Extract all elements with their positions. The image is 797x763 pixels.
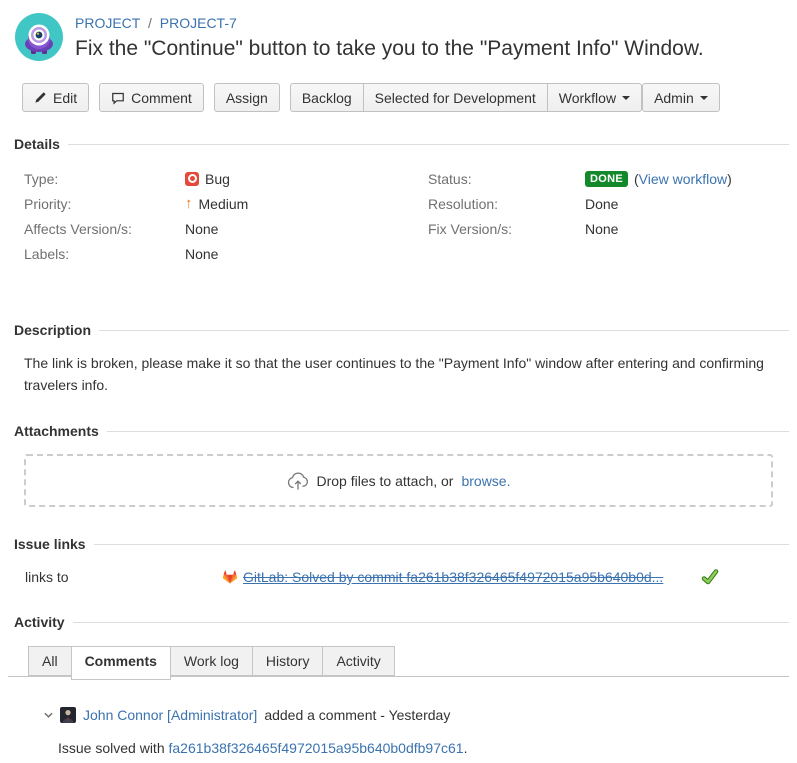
attachments-section-header: Attachments: [14, 423, 789, 439]
tab-history[interactable]: History: [252, 646, 324, 676]
field-labels: Labels: None: [24, 241, 428, 266]
section-divider: [68, 144, 789, 145]
breadcrumb: PROJECT / PROJECT-7: [75, 15, 704, 31]
toolbar: Edit Comment Assign Backlog Selected for…: [22, 83, 797, 112]
labels-value: None: [185, 246, 218, 262]
field-affects-versions: Affects Version/s: None: [24, 216, 428, 241]
comment-body: Issue solved with fa261b38f326465f497201…: [58, 740, 797, 756]
affects-versions-label: Affects Version/s:: [24, 221, 185, 237]
dropzone-text: Drop files to attach, or: [317, 473, 454, 489]
resolution-value: Done: [585, 196, 618, 212]
browse-link[interactable]: browse.: [461, 473, 510, 489]
section-divider: [107, 431, 789, 432]
tab-all[interactable]: All: [28, 646, 72, 676]
issue-link-row: links to GitLab: Solved by commit fa261b…: [25, 569, 797, 585]
project-avatar-monster-icon: [15, 13, 63, 61]
chevron-down-icon: [700, 96, 708, 104]
issue-links-section-title: Issue links: [14, 536, 86, 552]
tab-work-log[interactable]: Work log: [170, 646, 253, 676]
comment-author-link[interactable]: John Connor [Administrator]: [83, 707, 257, 723]
resolution-label: Resolution:: [428, 196, 585, 212]
workflow-dropdown-button[interactable]: Workflow: [548, 83, 642, 112]
priority-medium-icon: ↑: [185, 197, 193, 211]
gitlab-icon: [222, 569, 238, 585]
section-divider: [73, 622, 789, 623]
edit-button[interactable]: Edit: [22, 83, 89, 112]
description-text: The link is broken, please make it so th…: [24, 352, 773, 396]
details-section-header: Details: [14, 136, 789, 152]
selected-for-development-button[interactable]: Selected for Development: [364, 83, 548, 112]
priority-value: Medium: [199, 196, 249, 212]
issue-link-relation: links to: [25, 569, 222, 585]
paren: ): [727, 171, 732, 187]
activity-section-title: Activity: [14, 614, 65, 630]
tab-activity[interactable]: Activity: [322, 646, 394, 676]
issue-header: PROJECT / PROJECT-7 Fix the "Continue" b…: [0, 13, 797, 62]
breadcrumb-separator: /: [148, 15, 152, 31]
edit-button-label: Edit: [53, 90, 77, 106]
view-workflow-link[interactable]: View workflow: [639, 171, 727, 187]
issue-page: PROJECT / PROJECT-7 Fix the "Continue" b…: [0, 0, 797, 763]
chevron-down-icon: [622, 96, 630, 104]
fix-versions-label: Fix Version/s:: [428, 221, 585, 237]
status-label: Status:: [428, 171, 585, 187]
bug-icon: [185, 172, 199, 186]
comment-button-label: Comment: [131, 90, 192, 106]
comment-meta: added a comment - Yesterday: [264, 707, 450, 723]
tab-comments[interactable]: Comments: [71, 646, 171, 680]
comment-header: John Connor [Administrator] added a comm…: [44, 707, 797, 723]
labels-label: Labels:: [24, 246, 185, 262]
section-divider: [99, 330, 789, 331]
status-badge: DONE: [585, 171, 628, 187]
workflow-button-group: Backlog Selected for Development Workflo…: [290, 83, 642, 112]
commit-hash-link[interactable]: fa261b38f326465f4972015a95b640b0dfb97c61: [169, 740, 464, 756]
gitlab-commit-link[interactable]: GitLab: Solved by commit fa261b38f326465…: [243, 569, 663, 585]
breadcrumb-issue-link[interactable]: PROJECT-7: [160, 15, 237, 31]
description-section-header: Description: [14, 322, 789, 338]
admin-dropdown-button[interactable]: Admin: [642, 83, 720, 112]
pencil-icon: [34, 91, 47, 104]
fix-versions-value: None: [585, 221, 618, 237]
admin-dropdown-label: Admin: [654, 90, 694, 106]
user-avatar: [60, 707, 76, 723]
breadcrumb-project-link[interactable]: PROJECT: [75, 15, 140, 31]
assign-button-label: Assign: [226, 90, 268, 106]
details-grid: Type: Bug Priority: ↑ Medium Affects Ver…: [24, 166, 797, 266]
collapse-chevron-icon[interactable]: [44, 712, 53, 718]
activity-tabbar: All Comments Work log History Activity: [8, 646, 789, 677]
attachment-dropzone[interactable]: Drop files to attach, or browse.: [24, 454, 773, 507]
comment-text-suffix: .: [464, 740, 468, 756]
resolved-check-icon: [701, 569, 719, 585]
description-section-title: Description: [14, 322, 91, 338]
workflow-dropdown-label: Workflow: [559, 90, 616, 106]
field-type: Type: Bug: [24, 166, 428, 191]
page-title: Fix the "Continue" button to take you to…: [75, 36, 704, 62]
field-fix-versions: Fix Version/s: None: [428, 216, 797, 241]
issue-links-section-header: Issue links: [14, 536, 789, 552]
priority-label: Priority:: [24, 196, 185, 212]
attachments-section-title: Attachments: [14, 423, 99, 439]
details-section-title: Details: [14, 136, 60, 152]
affects-versions-value: None: [185, 221, 218, 237]
comment-bubble-icon: [111, 91, 125, 105]
comment-text: Issue solved with: [58, 740, 165, 756]
field-resolution: Resolution: Done: [428, 191, 797, 216]
backlog-button-label: Backlog: [302, 90, 352, 106]
backlog-button[interactable]: Backlog: [290, 83, 364, 112]
type-label: Type:: [24, 171, 185, 187]
type-value: Bug: [205, 171, 230, 187]
field-status: Status: DONE (View workflow): [428, 166, 797, 191]
upload-cloud-icon: [287, 471, 309, 491]
section-divider: [94, 544, 789, 545]
comment-button[interactable]: Comment: [99, 83, 204, 112]
assign-button[interactable]: Assign: [214, 83, 280, 112]
selected-for-development-label: Selected for Development: [375, 90, 536, 106]
field-priority: Priority: ↑ Medium: [24, 191, 428, 216]
activity-section-header: Activity: [14, 614, 789, 630]
